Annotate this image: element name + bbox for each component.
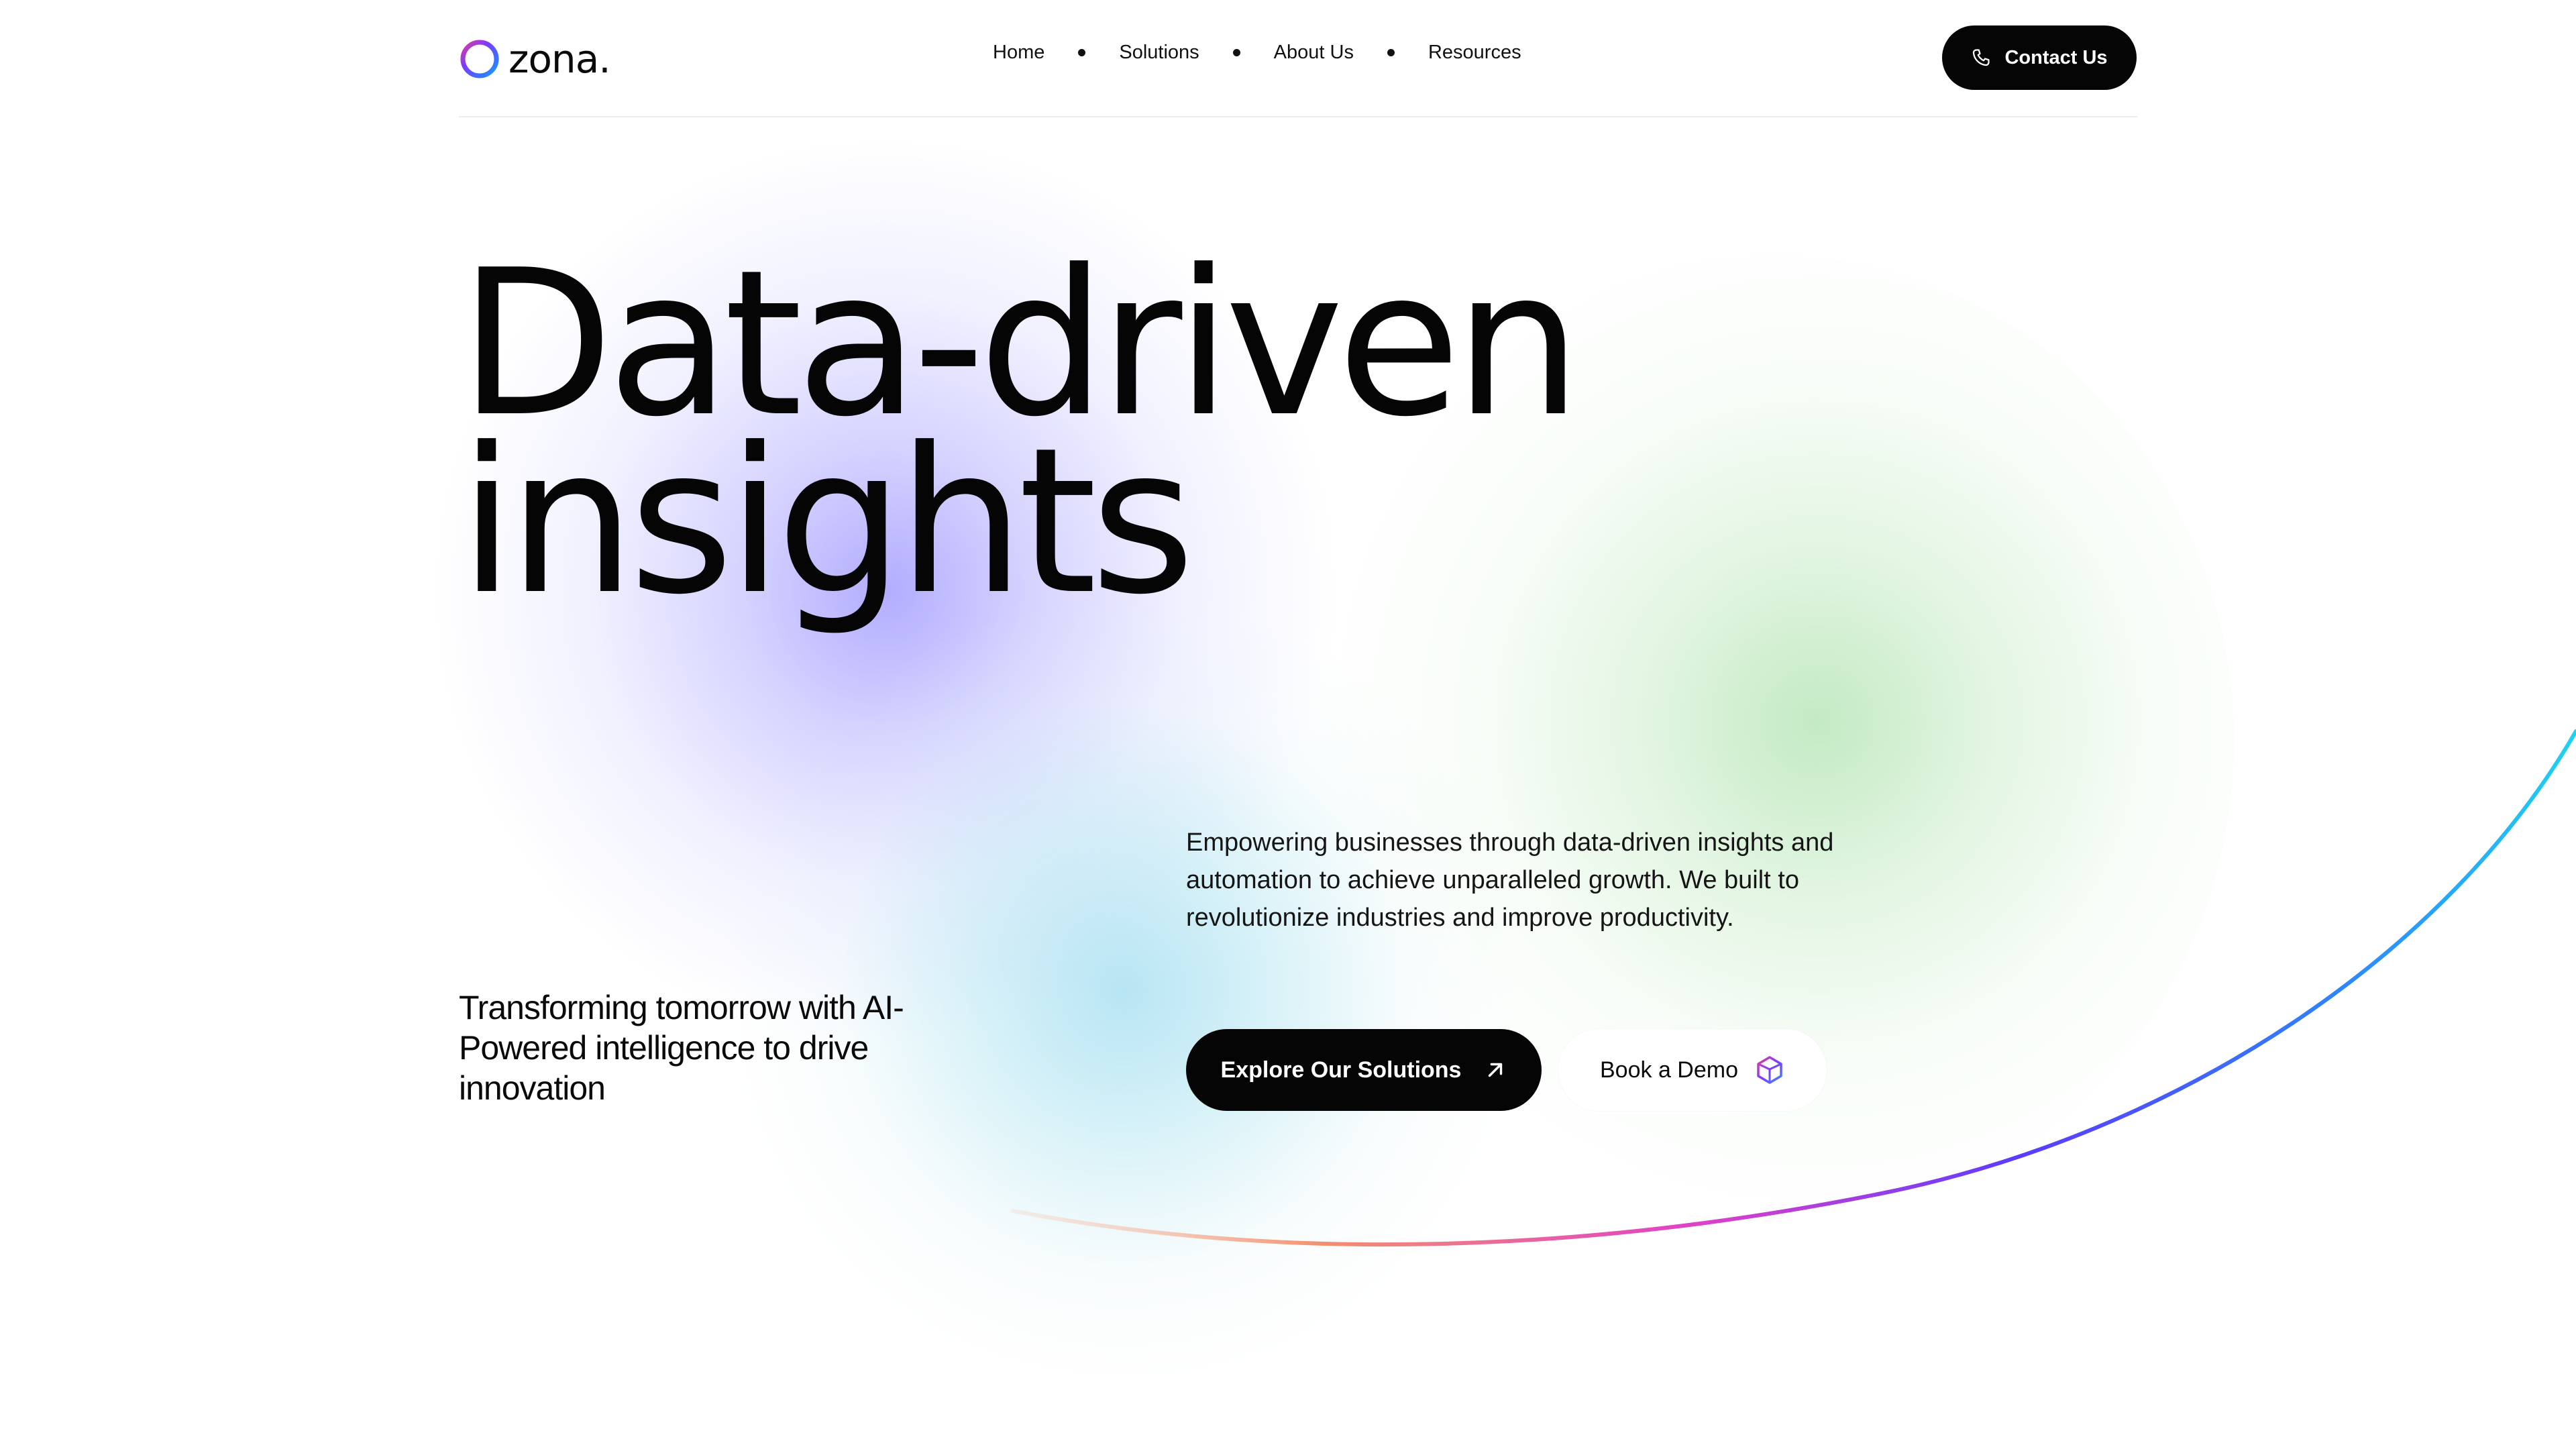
book-demo-label: Book a Demo	[1600, 1057, 1738, 1083]
phone-icon	[1973, 49, 1990, 66]
nav-item-solutions[interactable]: Solutions	[1119, 42, 1199, 64]
hero-tagline: Transforming tomorrow with AI-Powered in…	[459, 989, 904, 1107]
contact-us-button[interactable]: Contact Us	[1942, 25, 2137, 90]
hero-description: Empowering businesses through data-drive…	[1186, 828, 1834, 932]
header-divider	[459, 116, 2137, 117]
page: zona. Home Solutions About Us Resources …	[0, 0, 2576, 1449]
nav-item-resources[interactable]: Resources	[1428, 42, 1521, 64]
nav-separator-dot	[1387, 49, 1395, 56]
brand-name: zona.	[508, 36, 611, 82]
nav-separator-dot	[1078, 49, 1086, 56]
explore-solutions-label: Explore Our Solutions	[1220, 1057, 1462, 1083]
cube-logo-icon	[1757, 1056, 1782, 1084]
contact-us-label: Contact Us	[2004, 46, 2108, 68]
ring-logo-icon	[460, 40, 499, 78]
explore-solutions-button[interactable]: Explore Our Solutions	[1186, 1029, 1542, 1111]
nav-separator-dot	[1232, 49, 1240, 56]
arrow-up-right-icon	[1489, 1063, 1503, 1077]
nav-item-about-us[interactable]: About Us	[1274, 42, 1354, 64]
hero-title: Data-driven insights	[459, 244, 1582, 623]
book-demo-button[interactable]: Book a Demo	[1558, 1029, 1827, 1111]
brand-logo[interactable]: zona.	[459, 36, 611, 82]
gradient-arc	[1011, 729, 2576, 1247]
nav-item-home[interactable]: Home	[993, 42, 1044, 64]
main-nav: Home Solutions About Us Resources	[993, 42, 1521, 64]
